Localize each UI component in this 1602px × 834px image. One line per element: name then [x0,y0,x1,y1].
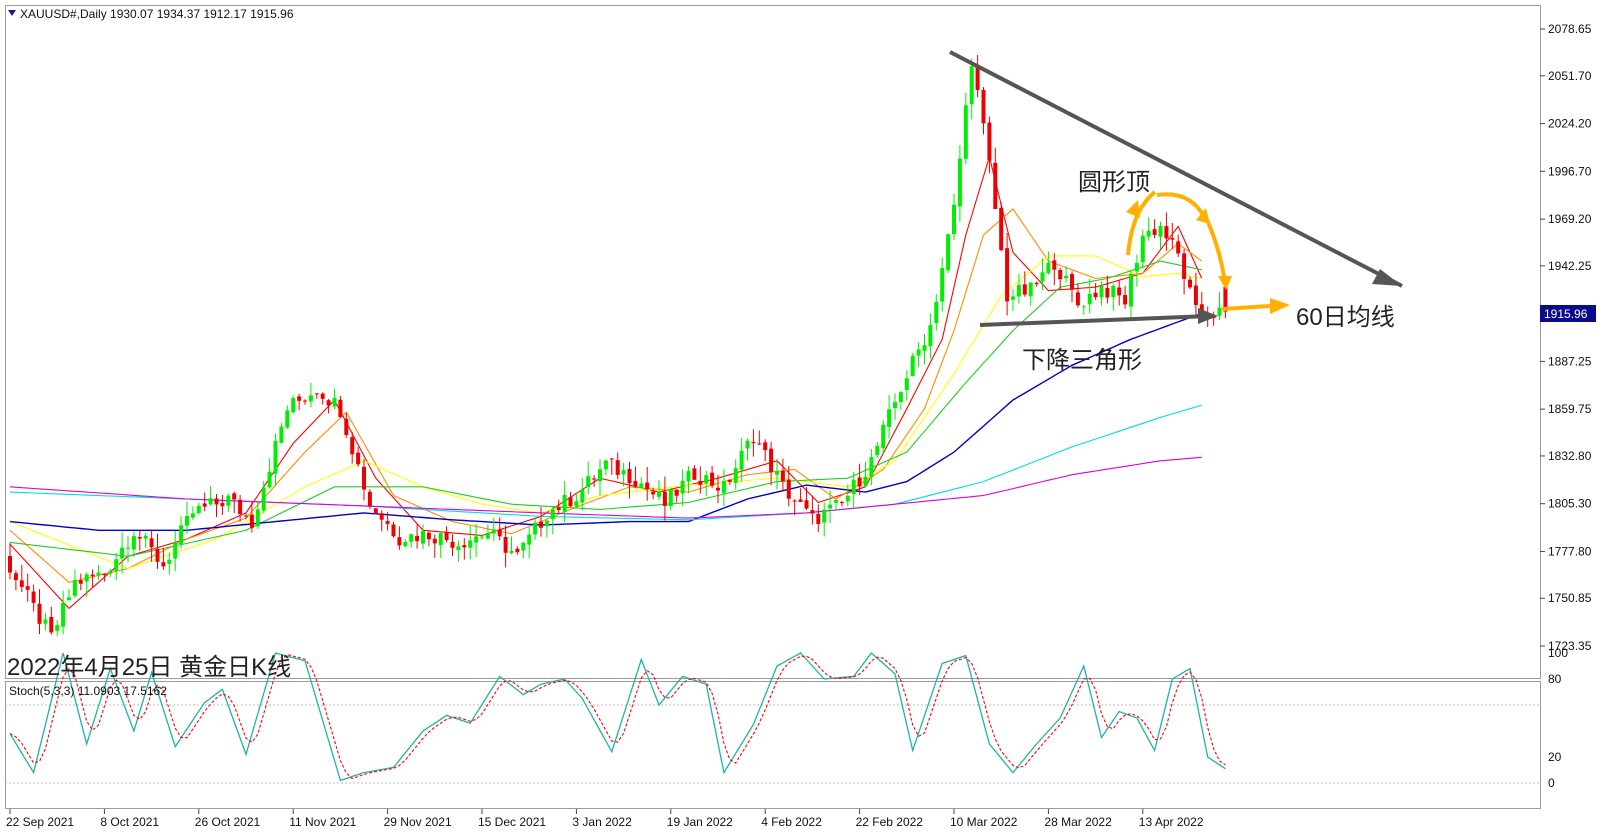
rounded-top-label: 圆形顶 [1078,169,1150,196]
descending-triangle-label: 下降三角形 [1022,347,1142,374]
time-tick-label: 29 Nov 2021 [384,815,452,829]
time-tick-label: 8 Oct 2021 [100,815,159,829]
time-tick-label: 22 Sep 2021 [6,815,74,829]
time-tick-label: 4 Feb 2022 [761,815,822,829]
price-tick-label: 2078.65 [1548,22,1592,36]
stoch-header: Stoch(5,3,3) 11.0903 17.5162 [9,684,167,698]
price-tick-label: 1859.75 [1548,402,1592,416]
background [0,0,1602,834]
candle[interactable] [910,352,915,377]
symbol-ohlc-header: XAUUSD#,Daily 1930.07 1934.37 1912.17 19… [20,7,294,21]
stoch-tick-label: 100 [1548,646,1568,660]
time-tick-label: 15 Dec 2021 [478,815,546,829]
time-tick-label: 10 Mar 2022 [950,815,1018,829]
price-tick-label: 1832.80 [1548,449,1592,463]
candle[interactable] [367,489,372,510]
price-tick-label: 1777.80 [1548,544,1592,558]
chart-svg: 圆形顶 60日均线 下降三角形 2022年4月25日 黄金日K线 XAUUSD#… [0,0,1602,834]
time-tick-label: 28 Mar 2022 [1044,815,1112,829]
ma60-label: 60日均线 [1296,304,1395,331]
candle[interactable] [373,507,378,515]
candle[interactable] [999,202,1004,252]
price-tick-label: 1996.70 [1548,164,1592,178]
time-tick-label: 26 Oct 2021 [195,815,261,829]
price-tick-label: 1887.25 [1548,354,1592,368]
current-price-label: 1915.96 [1544,307,1588,321]
chart-caption: 2022年4月25日 黄金日K线 [7,654,291,681]
time-tick-label: 3 Jan 2022 [572,815,632,829]
stoch-tick-label: 0 [1548,776,1555,790]
price-tick-label: 1942.25 [1548,259,1592,273]
time-tick-label: 11 Nov 2021 [289,815,356,829]
time-tick-label: 13 Apr 2022 [1139,815,1204,829]
stoch-tick-label: 20 [1548,750,1562,764]
time-tick-label: 22 Feb 2022 [856,815,924,829]
candle[interactable] [291,395,296,414]
candle[interactable] [946,233,951,274]
price-tick-label: 2024.20 [1548,117,1592,131]
stoch-tick-label: 80 [1548,672,1562,686]
price-tick-label: 1805.30 [1548,497,1592,511]
price-tick-label: 2051.70 [1548,69,1592,83]
price-tick-label: 1969.20 [1548,212,1592,226]
price-tick-label: 1750.85 [1548,591,1592,605]
chart-window: 圆形顶 60日均线 下降三角形 2022年4月25日 黄金日K线 XAUUSD#… [0,0,1602,834]
time-tick-label: 19 Jan 2022 [667,815,733,829]
